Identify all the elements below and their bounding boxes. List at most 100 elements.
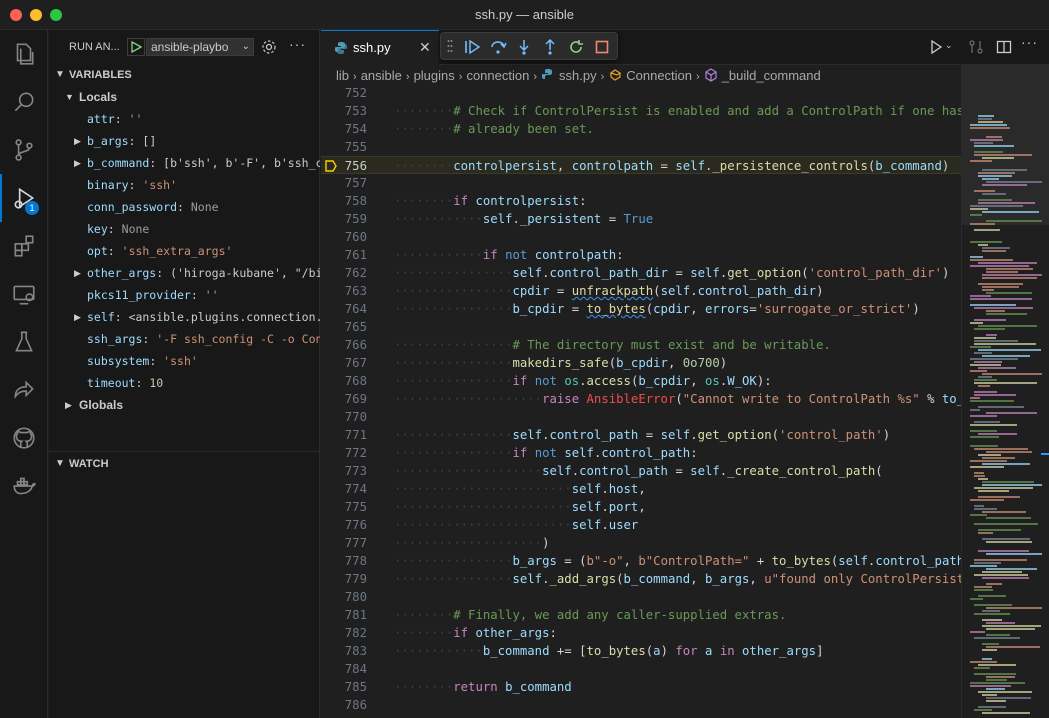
code-line[interactable]: 758 ········if controlpersist: <box>321 192 961 210</box>
code-line[interactable]: 763 ················cpdir = unfrackpath(s… <box>321 282 961 300</box>
watch-section-header[interactable]: ▼ WATCH <box>49 453 320 475</box>
variable-row[interactable]: timeout: 10 <box>49 372 320 394</box>
chevron-right-icon[interactable]: ▶ <box>74 130 81 152</box>
breadcrumb-item[interactable]: lib <box>336 68 349 83</box>
code-line[interactable]: 777 ····················) <box>321 534 961 552</box>
gear-icon[interactable] <box>261 39 277 55</box>
code-line[interactable]: 768 ················if not os.access(b_cp… <box>321 372 961 390</box>
code-line[interactable]: 766 ················# The directory must … <box>321 336 961 354</box>
code-line[interactable]: 783 ············b_command += [to_bytes(a)… <box>321 642 961 660</box>
code-line[interactable]: 764 ················b_cpdir = to_bytes(cp… <box>321 300 961 318</box>
code-line[interactable]: 769 ····················raise AnsibleErro… <box>321 390 961 408</box>
code-line[interactable]: 779 ················self._add_args(b_comm… <box>321 570 961 588</box>
scope-globals[interactable]: ▶ Globals <box>49 394 320 416</box>
github-icon[interactable] <box>0 414 48 462</box>
docker-icon[interactable] <box>0 462 48 510</box>
chevron-right-icon[interactable]: ▶ <box>74 306 81 328</box>
breadcrumb-item[interactable]: plugins <box>414 68 455 83</box>
code-line[interactable]: 770 <box>321 408 961 426</box>
minimap-line <box>974 361 1002 363</box>
variable-row[interactable]: ▶ b_args: [] <box>49 130 320 152</box>
code-editor[interactable]: 752 753 ········# Check if ControlPersist … <box>321 84 961 718</box>
code-line[interactable]: 771 ················self.control_path = s… <box>321 426 961 444</box>
run-python-file-button[interactable] <box>927 38 945 58</box>
breadcrumb-item[interactable]: connection <box>466 68 529 83</box>
variable-row[interactable]: attr: '' <box>49 108 320 130</box>
close-icon[interactable]: ✕ <box>419 39 431 56</box>
minimap-line <box>982 649 997 651</box>
minimap[interactable] <box>961 65 1049 718</box>
line-content: ····················raise AnsibleError("… <box>394 392 961 406</box>
chevron-right-icon[interactable]: ▶ <box>74 262 81 284</box>
variable-row[interactable]: ▶ b_command: [b'ssh', b'-F', b'ssh_c... <box>49 152 320 174</box>
code-line[interactable]: 785 ········return b_command <box>321 678 961 696</box>
variable-row[interactable]: conn_password: None <box>49 196 320 218</box>
code-line[interactable]: 753 ········# Check if ControlPersist is … <box>321 102 961 120</box>
variable-row[interactable]: ▶ self: <ansible.plugins.connection... <box>49 306 320 328</box>
extensions-icon[interactable] <box>0 222 48 270</box>
code-line[interactable]: 762 ················self.control_path_dir… <box>321 264 961 282</box>
live-share-icon[interactable] <box>0 366 48 414</box>
drag-handle-icon[interactable] <box>447 39 453 53</box>
chevron-down-icon[interactable]: ⌄ <box>945 40 953 60</box>
minimap-line <box>986 583 1002 585</box>
remote-explorer-icon[interactable] <box>0 270 48 318</box>
code-line[interactable]: 778 ················b_args = (b"-o", b"Co… <box>321 552 961 570</box>
testing-icon[interactable] <box>0 318 48 366</box>
run-debug-icon[interactable]: 1 <box>0 174 48 222</box>
more-actions-icon[interactable]: ··· <box>1021 34 1038 54</box>
minimap-line <box>978 664 1016 666</box>
breadcrumb-item[interactable]: _build_command <box>722 68 821 83</box>
code-line[interactable]: 782 ········if other_args: <box>321 624 961 642</box>
scope-locals[interactable]: ▼ Locals <box>49 86 320 108</box>
tab-ssh-py[interactable]: ssh.py ✕ <box>321 30 439 65</box>
code-line[interactable]: 772 ················if not self.control_p… <box>321 444 961 462</box>
code-line[interactable]: 775 ························self.port, <box>321 498 961 516</box>
variable-row[interactable]: ▶ other_args: ('hiroga-kubane', "/bi... <box>49 262 320 284</box>
explorer-icon[interactable] <box>0 30 48 78</box>
code-line[interactable]: 759 ············self._persistent = True <box>321 210 961 228</box>
variable-row[interactable]: binary: 'ssh' <box>49 174 320 196</box>
code-line[interactable]: 780 <box>321 588 961 606</box>
code-line[interactable]: 755 <box>321 138 961 156</box>
variable-row[interactable]: key: None <box>49 218 320 240</box>
open-changes-button[interactable] <box>967 38 985 58</box>
chevron-right-icon[interactable]: ▶ <box>74 152 81 174</box>
restart-button[interactable] <box>567 38 585 56</box>
search-icon[interactable] <box>0 78 48 126</box>
minimap-line <box>974 151 1003 153</box>
step-over-button[interactable] <box>489 38 507 56</box>
more-actions-icon[interactable]: ··· <box>289 36 306 52</box>
start-debugging-button[interactable] <box>127 38 145 56</box>
source-control-icon[interactable] <box>0 126 48 174</box>
code-line[interactable]: 784 <box>321 660 961 678</box>
breadcrumb-item[interactable]: ansible <box>361 68 402 83</box>
code-line[interactable]: 773 ····················self.control_path… <box>321 462 961 480</box>
breadcrumb-item[interactable]: ssh.py <box>559 68 597 83</box>
split-editor-button[interactable] <box>995 38 1013 58</box>
stop-button[interactable] <box>593 38 611 56</box>
step-into-button[interactable] <box>515 38 533 56</box>
launch-config-select[interactable]: ansible-playbo ⌄ <box>146 38 254 56</box>
variable-row[interactable]: ssh_args: '-F ssh_config -C -o Con... <box>49 328 320 350</box>
code-line[interactable]: 786 <box>321 696 961 714</box>
code-line[interactable]: 752 <box>321 84 961 102</box>
variable-row[interactable]: pkcs11_provider: '' <box>49 284 320 306</box>
continue-button[interactable] <box>463 38 481 56</box>
code-line[interactable]: 767 ················makedirs_safe(b_cpdir… <box>321 354 961 372</box>
code-line[interactable]: 757 <box>321 174 961 192</box>
breadcrumb-item[interactable]: Connection <box>626 68 692 83</box>
code-line[interactable]: 781 ········# Finally, we add any caller-… <box>321 606 961 624</box>
variable-row[interactable]: opt: 'ssh_extra_args' <box>49 240 320 262</box>
minimap-line <box>986 136 1002 138</box>
code-line[interactable]: 754 ········# already been set. <box>321 120 961 138</box>
code-line[interactable]: 761 ············if not controlpath: <box>321 246 961 264</box>
code-line[interactable]: 760 <box>321 228 961 246</box>
variables-section-header[interactable]: ▼ VARIABLES <box>49 64 320 86</box>
step-out-button[interactable] <box>541 38 559 56</box>
variable-row[interactable]: subsystem: 'ssh' <box>49 350 320 372</box>
code-line[interactable]: 756 ········controlpersist, controlpath =… <box>321 156 961 174</box>
code-line[interactable]: 774 ························self.host, <box>321 480 961 498</box>
code-line[interactable]: 776 ························self.user <box>321 516 961 534</box>
code-line[interactable]: 765 <box>321 318 961 336</box>
